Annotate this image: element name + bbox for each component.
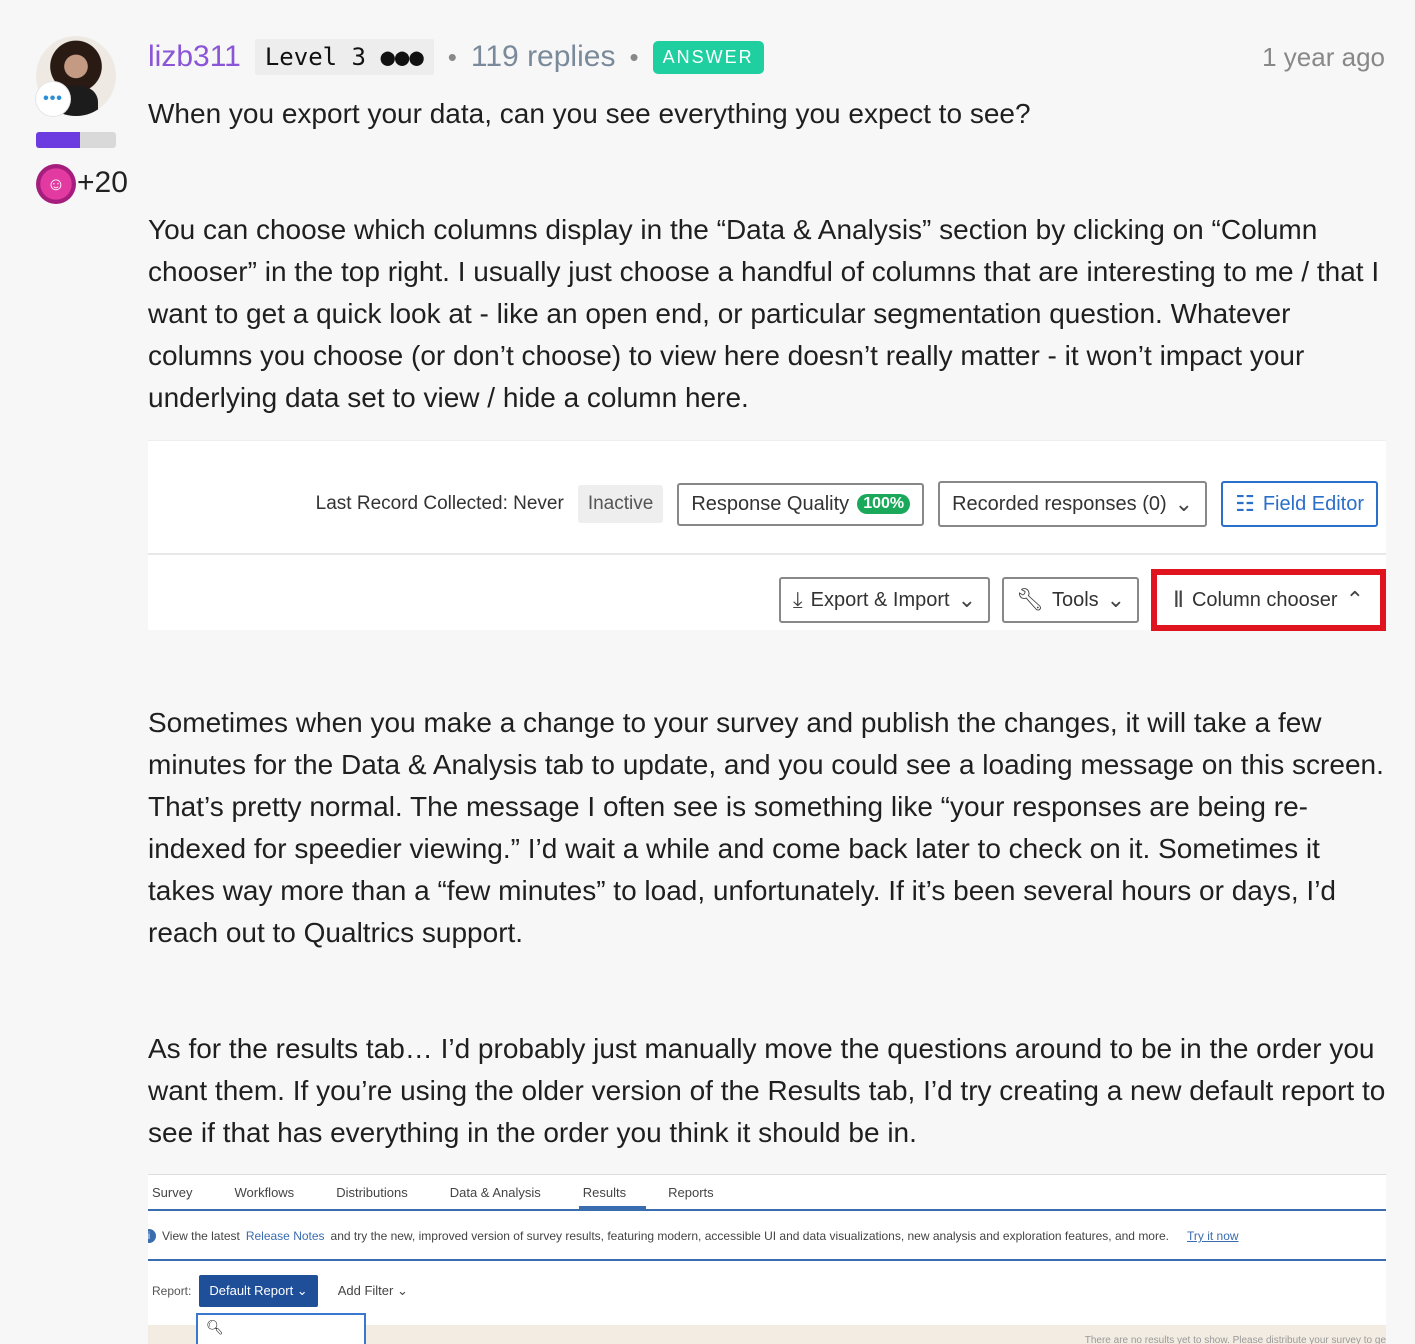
report-select: Default Report ⌄	[199, 1275, 318, 1307]
replies-count: 119 replies	[470, 40, 616, 73]
tab-reports: Reports	[668, 1185, 714, 1200]
download-icon: ⤓	[792, 587, 803, 612]
embedded-screenshot-data-analysis: Last Record Collected: Never Inactive Re…	[148, 440, 1386, 631]
reaction-badge-icon[interactable]: ☺	[36, 164, 76, 204]
info-icon: i	[148, 1229, 156, 1243]
field-editor-label: Field Editor	[1262, 492, 1364, 515]
recorded-responses-label: Recorded responses (0)	[952, 492, 1167, 515]
search-icon: 🔍︎	[206, 1319, 224, 1335]
column-chooser-highlighted: Ⅱ Column chooser ⌃	[1151, 569, 1386, 631]
divider	[148, 553, 1386, 555]
post-header: lizb311 Level 3 ●●● • 119 replies • ANSW…	[148, 36, 1385, 78]
results-tabs: Survey Workflows Distributions Data & An…	[148, 1175, 1386, 1211]
post-paragraph-1: When you export your data, can you see e…	[148, 98, 1031, 129]
separator-dot: •	[447, 41, 457, 72]
separator-dot: •	[629, 41, 639, 72]
release-notes-link: Release Notes	[245, 1229, 325, 1243]
post-paragraph-4: As for the results tab… I’d probably jus…	[148, 1033, 1386, 1148]
report-select-value: Default Report	[209, 1283, 294, 1298]
notice-text-post: and try the new, improved version of sur…	[330, 1229, 1169, 1243]
tab-distributions: Distributions	[336, 1185, 408, 1200]
post-timestamp[interactable]: 1 year ago	[1262, 42, 1385, 73]
username-link[interactable]: lizb311	[148, 40, 241, 74]
reaction-count: +20	[77, 166, 128, 199]
add-filter-label: Add Filter	[337, 1283, 394, 1298]
field-editor-button: ☷ Field Editor	[1221, 481, 1378, 527]
embedded-screenshot-results: Survey Workflows Distributions Data & An…	[148, 1174, 1386, 1344]
tab-results: Results	[578, 1175, 647, 1209]
add-filter-button: Add Filter ⌄	[337, 1283, 408, 1298]
level-badge: Level 3 ●●●	[254, 39, 434, 75]
report-label: Report:	[152, 1284, 192, 1298]
columns-icon: Ⅱ	[1173, 587, 1184, 612]
chevron-down-icon: ⌄	[957, 587, 977, 612]
field-editor-icon: ☷	[1235, 491, 1255, 516]
tab-survey: Survey	[152, 1185, 193, 1200]
response-quality-button: Response Quality 100%	[677, 482, 925, 526]
recorded-responses-dropdown: Recorded responses (0) ⌄	[938, 481, 1208, 527]
tab-workflows: Workflows	[234, 1185, 295, 1200]
tools-label: Tools	[1051, 588, 1099, 611]
search-input: 🔍︎	[196, 1313, 366, 1344]
export-import-dropdown: ⤓ Export & Import ⌄	[778, 577, 991, 623]
rank-progress-bar	[36, 132, 116, 148]
report-toolbar: Report: Default Report ⌄ Add Filter ⌄	[152, 1275, 408, 1307]
no-results-text: There are no results yet to show. Please…	[1084, 1335, 1386, 1344]
answer-badge: ANSWER	[652, 40, 764, 74]
status-badge: Inactive	[577, 485, 664, 523]
try-it-now-link: Try it now	[1187, 1229, 1239, 1243]
last-record-label: Last Record Collected: Never	[315, 493, 564, 514]
chevron-up-icon: ⌃	[1345, 587, 1364, 612]
tools-dropdown: 🔧︎ Tools ⌄	[1002, 577, 1140, 623]
post-paragraph-3: Sometimes when you make a change to your…	[148, 707, 1384, 948]
notice-text-pre: View the latest	[162, 1229, 240, 1243]
response-quality-label: Response Quality	[691, 492, 850, 515]
column-chooser-label: Column chooser	[1191, 588, 1338, 611]
quality-percent-pill: 100%	[857, 494, 911, 514]
post-paragraph-2: You can choose which columns display in …	[148, 214, 1380, 413]
export-import-label: Export & Import	[810, 588, 950, 611]
wrench-icon: 🔧︎	[1016, 587, 1044, 612]
release-notice: i View the latest Release Notes and try …	[148, 1213, 1386, 1261]
more-options-icon[interactable]: •••	[36, 82, 70, 116]
chevron-down-icon: ⌄	[1174, 491, 1194, 516]
tab-data-analysis: Data & Analysis	[449, 1185, 541, 1200]
chevron-down-icon: ⌄	[1106, 587, 1126, 612]
